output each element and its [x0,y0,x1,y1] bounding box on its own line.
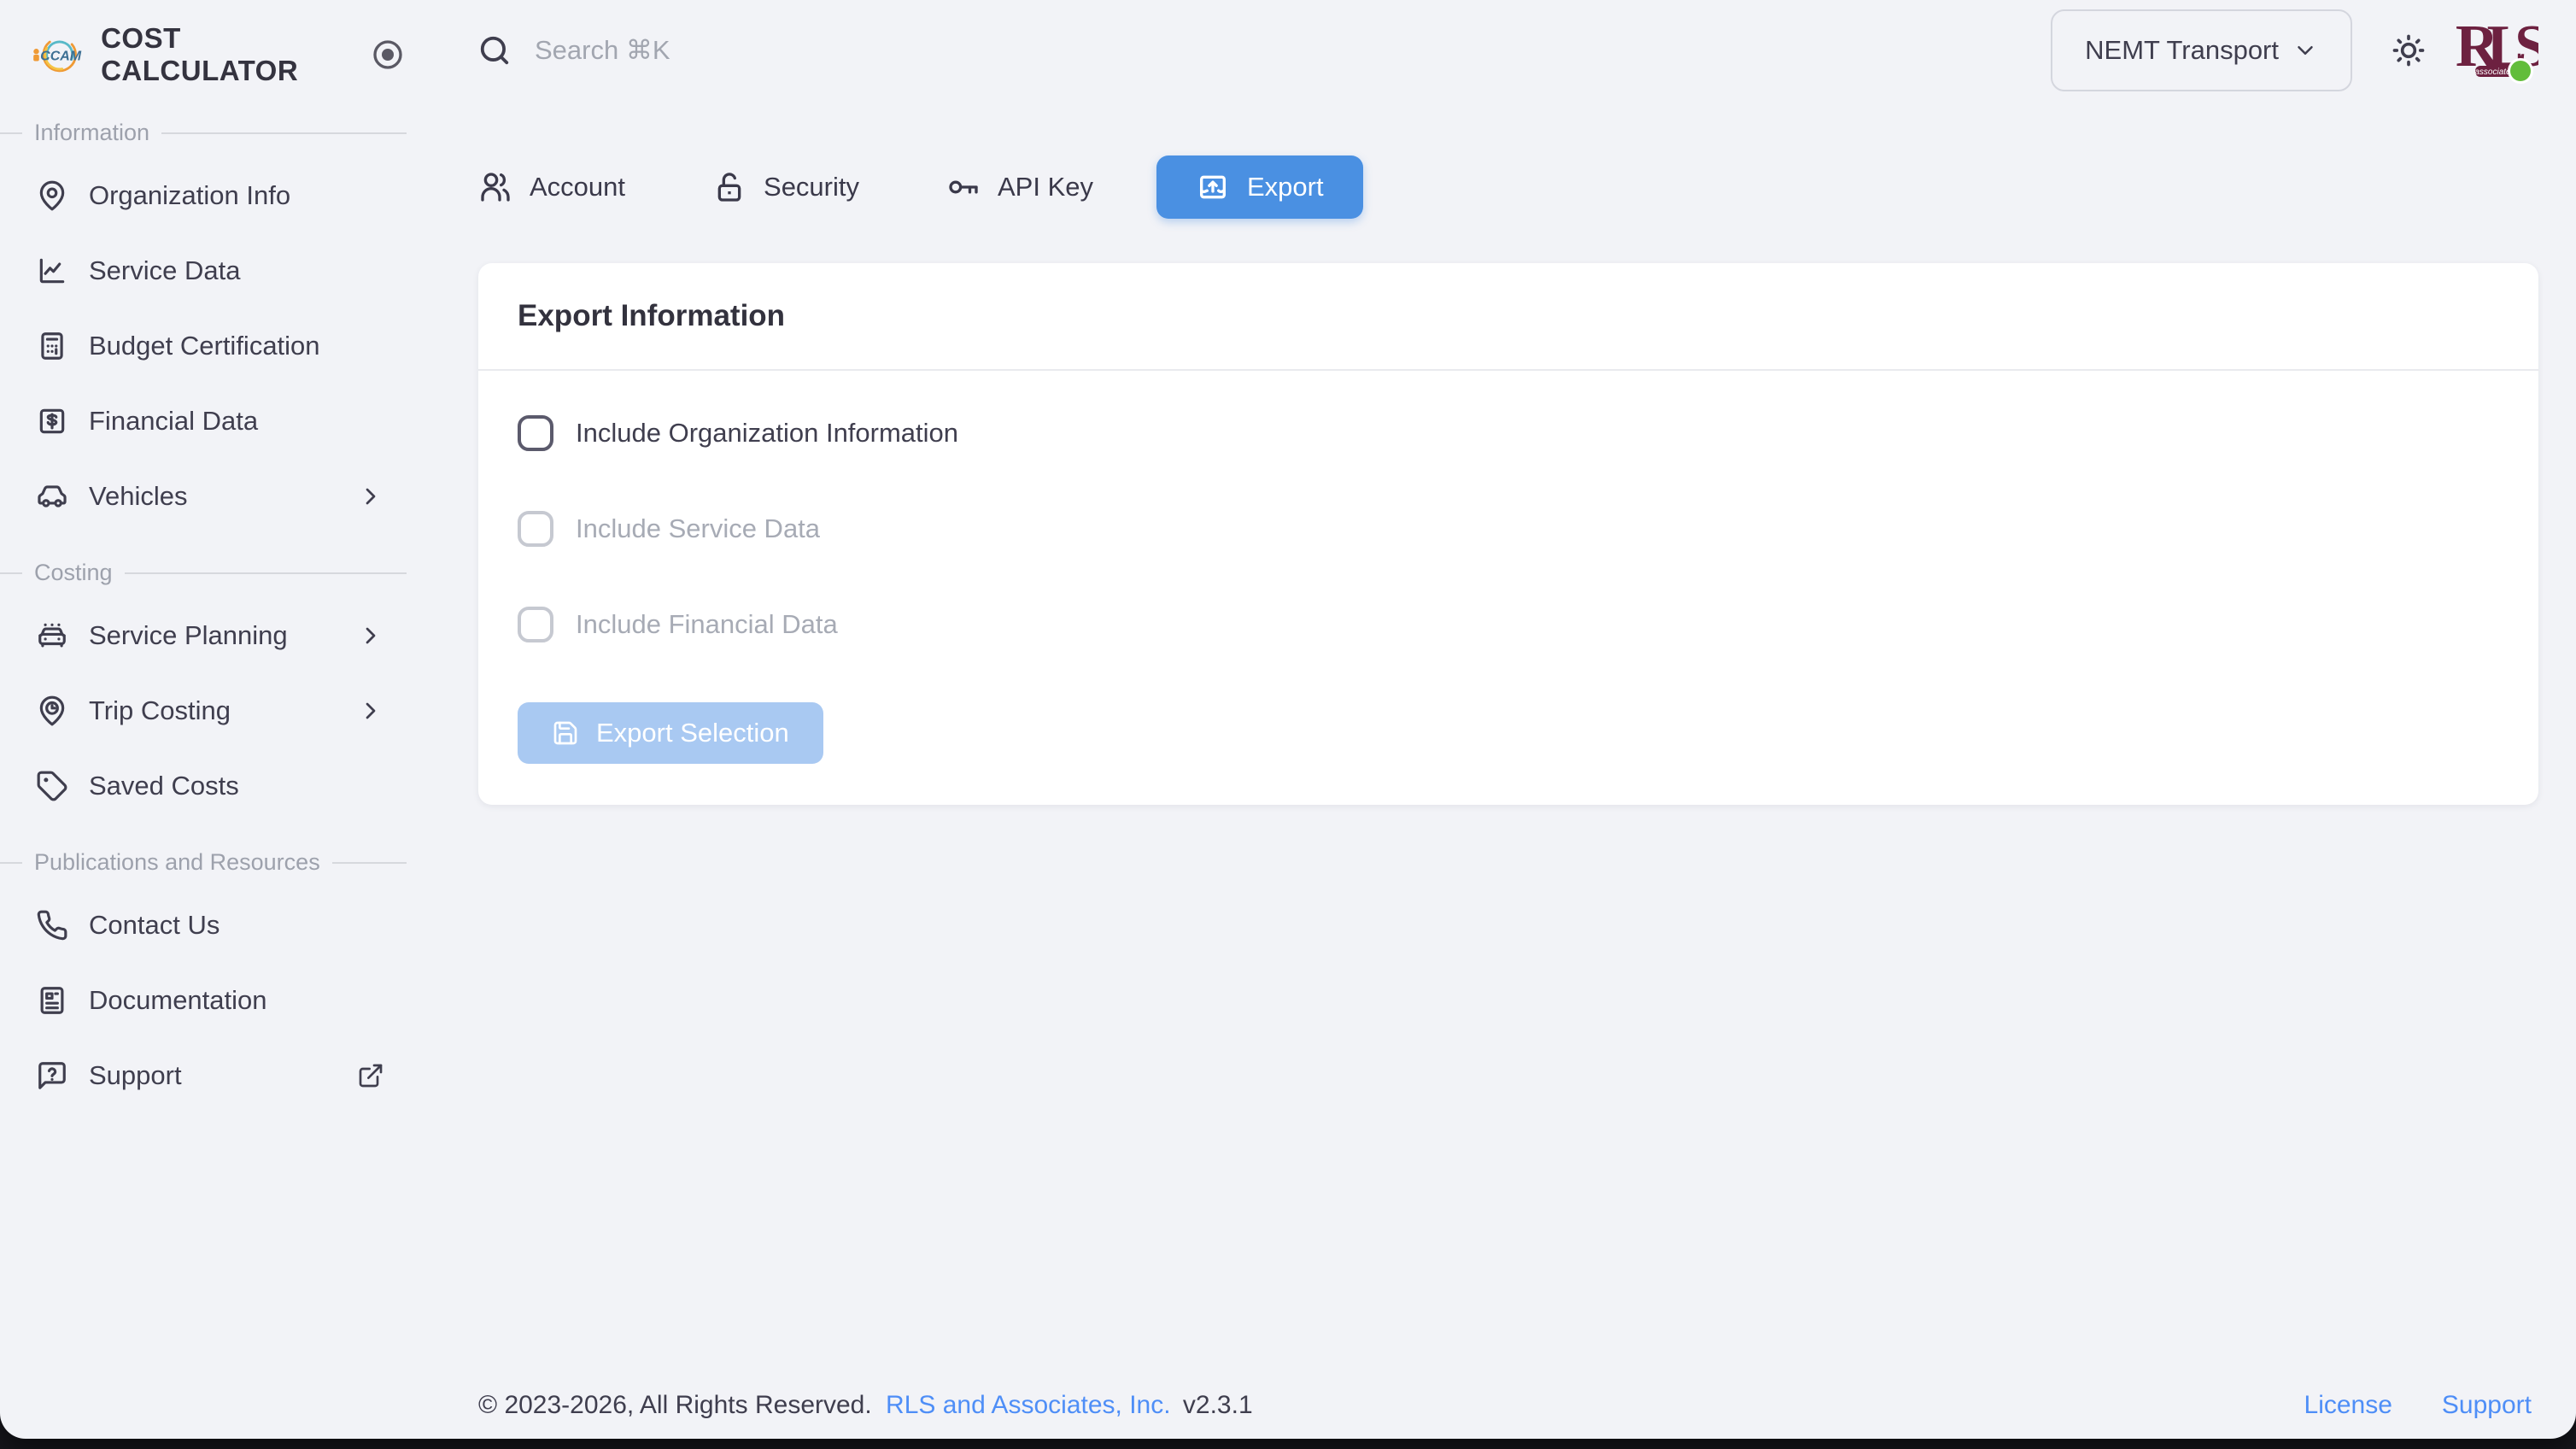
sidebar-item-label: Trip Costing [89,695,231,726]
sidebar-item-label: Service Data [89,255,240,286]
checkbox-box[interactable] [518,607,553,642]
section-label-costing: Costing [0,560,410,586]
tab-label: Account [530,172,625,202]
tab-account[interactable]: Account [478,155,646,219]
brand: CCAM COST CALCULATOR [0,15,410,94]
sidebar-item-label: Organization Info [89,180,290,211]
org-selector-dropdown[interactable]: NEMT Transport [2051,9,2352,91]
chevron-right-icon [357,622,384,649]
export-icon [1196,170,1230,204]
sidebar-item-documentation[interactable]: Documentation [0,963,410,1038]
settings-tabs: Account Security API Key Export [478,155,2538,219]
sidebar-item-label: Contact Us [89,910,220,941]
ccam-logo: CCAM [29,32,82,77]
sidebar-item-label: Support [89,1060,182,1091]
save-icon [552,719,579,747]
sidebar-item-budget-certification[interactable]: Budget Certification [0,308,410,384]
checkbox-box[interactable] [518,415,553,451]
phone-icon [36,909,68,942]
key-icon [946,170,981,204]
users-icon [478,170,512,204]
help-bubble-icon [36,1059,68,1092]
checkbox-include-financial-data[interactable]: Include Financial Data [518,607,2499,642]
section-label-publications: Publications and Resources [0,849,410,876]
sidebar-item-saved-costs[interactable]: Saved Costs [0,748,410,824]
search-input[interactable] [535,35,1133,66]
tab-security[interactable]: Security [692,155,880,219]
tab-export[interactable]: Export [1156,155,1363,219]
sidebar-item-support[interactable]: Support [0,1038,410,1113]
sidebar-toggle-icon[interactable] [370,35,407,74]
copyright-text: © 2023-2026, All Rights Reserved. [478,1391,872,1419]
sidebar-item-contact-us[interactable]: Contact Us [0,888,410,963]
export-information-panel: Export Information Include Organization … [478,263,2538,805]
org-selector-value: NEMT Transport [2085,35,2279,66]
app-title: COST CALCULATOR [101,22,370,87]
document-icon [36,984,68,1017]
main-area: NEMT Transport RLS associates Account [410,0,2576,1439]
sidebar-item-service-planning[interactable]: Service Planning [0,598,410,673]
tab-api-key[interactable]: API Key [926,155,1114,219]
panel-header: Export Information [478,263,2538,369]
export-selection-label: Export Selection [596,718,789,748]
external-link-icon [357,1062,384,1089]
chevron-down-icon [2292,38,2318,63]
dollar-square-icon [36,405,68,437]
version-text: v2.3.1 [1183,1391,1253,1419]
svg-text:CCAM: CCAM [40,50,82,64]
sidebar-item-trip-costing[interactable]: Trip Costing [0,673,410,748]
map-pin-icon [36,179,68,212]
tag-icon [36,770,68,802]
lock-open-icon [712,170,746,204]
global-search [478,34,2051,67]
checkbox-label: Include Service Data [576,513,820,544]
rls-logo: RLS associates [2456,9,2538,91]
copyright: © 2023-2026, All Rights Reserved. RLS an… [478,1391,1260,1420]
chevron-right-icon [357,483,384,510]
theme-toggle-button[interactable] [2385,26,2433,74]
checkbox-box[interactable] [518,511,553,547]
search-icon [478,34,511,67]
sidebar-item-service-data[interactable]: Service Data [0,233,410,308]
panel-body: Include Organization Information Include… [478,371,2538,805]
sidebar-item-label: Documentation [89,985,267,1016]
sidebar: CCAM COST CALCULATOR Information Organiz… [0,0,410,1439]
line-chart-icon [36,255,68,287]
checkbox-label: Include Organization Information [576,418,958,449]
checkbox-label: Include Financial Data [576,609,838,640]
tab-label: API Key [998,172,1093,202]
footer: © 2023-2026, All Rights Reserved. RLS an… [410,1391,2576,1420]
sidebar-item-label: Budget Certification [89,331,320,361]
checkbox-include-service-data[interactable]: Include Service Data [518,511,2499,547]
sidebar-item-financial-data[interactable]: Financial Data [0,384,410,459]
company-link[interactable]: RLS and Associates, Inc. [886,1391,1171,1419]
pin-clock-icon [36,695,68,727]
sidebar-item-label: Service Planning [89,620,288,651]
sidebar-item-label: Vehicles [89,481,187,512]
tab-label: Export [1247,172,1324,202]
topbar: NEMT Transport RLS associates [478,0,2538,101]
calculator-icon [36,330,68,362]
car-icon [36,480,68,513]
panel-title: Export Information [518,299,2499,333]
export-selection-button[interactable]: Export Selection [518,702,823,764]
sun-icon [2390,32,2427,69]
chevron-right-icon [357,697,384,724]
sidebar-item-label: Saved Costs [89,771,239,801]
tab-label: Security [764,172,859,202]
sidebar-item-label: Financial Data [89,406,258,437]
checkbox-include-organization-information[interactable]: Include Organization Information [518,415,2499,451]
app-window: CCAM COST CALCULATOR Information Organiz… [0,0,2576,1439]
car-front-icon [36,619,68,652]
license-link[interactable]: License [2304,1391,2392,1420]
sidebar-item-organization-info[interactable]: Organization Info [0,158,410,233]
sidebar-item-vehicles[interactable]: Vehicles [0,459,410,534]
support-link[interactable]: Support [2442,1391,2532,1420]
section-label-information: Information [0,120,410,146]
